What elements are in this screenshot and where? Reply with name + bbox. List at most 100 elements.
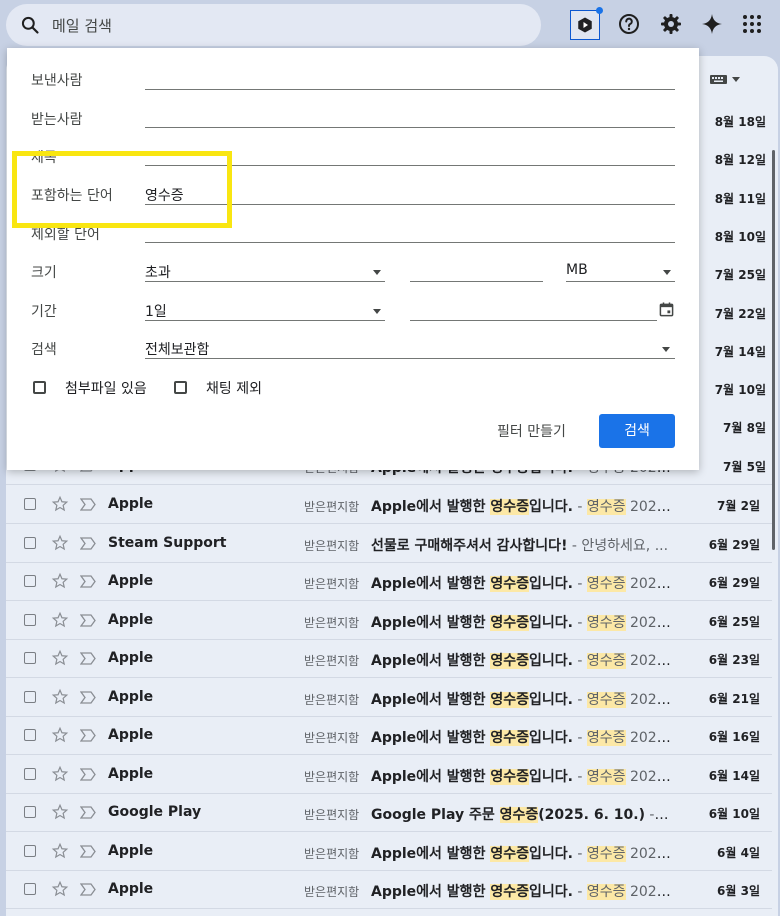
table-row[interactable]: Apple 받은편지함 Apple에서 발행한 영수증입니다. - 영수증 2025… [6, 871, 772, 909]
email-date: 8월 12일 [714, 153, 766, 168]
row-checkbox[interactable] [24, 536, 36, 549]
star-icon[interactable] [51, 611, 69, 629]
help-icon[interactable] [617, 12, 641, 36]
star-icon[interactable] [51, 688, 69, 706]
row-checkbox[interactable] [24, 652, 36, 664]
search-icon[interactable] [20, 15, 40, 35]
exclude-chats-checkbox[interactable] [174, 381, 187, 394]
importance-marker-icon[interactable] [80, 690, 96, 704]
extension-button[interactable] [570, 7, 603, 40]
email-date: 6월 16일 [708, 730, 760, 744]
size-value-input[interactable] [410, 281, 543, 282]
subject-text: Apple에서 발행한 영수증입니다. - 영수증 2025... [371, 730, 671, 746]
sender-name: Apple [108, 881, 154, 897]
row-checkbox[interactable] [24, 690, 36, 703]
importance-marker-icon[interactable] [80, 613, 96, 627]
table-row[interactable]: Apple 받은편지함 Apple에서 발행한 영수증입니다. - 영수증 2025… [6, 640, 772, 678]
email-date: 7월 22일 [714, 306, 766, 321]
keyboard-dropdown-icon[interactable] [710, 72, 742, 86]
top-bar [0, 0, 780, 50]
chevron-down-icon[interactable] [663, 270, 671, 275]
search-box[interactable] [6, 4, 541, 46]
inbox-label: 받은편지함 [304, 615, 360, 630]
table-row[interactable]: Apple 받은편지함 Apple에서 발행한 영수증입니다. - 영수증 2025… [6, 717, 772, 755]
inbox-label: 받은편지함 [304, 577, 360, 591]
email-date: 6월 14일 [708, 768, 760, 783]
inbox-label: 받은편지함 [304, 885, 360, 899]
search-button[interactable]: 검색 [599, 414, 675, 448]
row-checkbox[interactable] [24, 498, 36, 510]
importance-marker-icon[interactable] [80, 498, 96, 511]
row-checkbox[interactable] [24, 844, 36, 857]
create-filter-button[interactable]: 필터 만들기 [497, 421, 566, 441]
importance-marker-icon[interactable] [80, 536, 96, 550]
importance-marker-icon[interactable] [80, 652, 96, 665]
size-unit-underline [566, 281, 675, 282]
date-range-select[interactable]: 1일 [145, 301, 167, 321]
search-input[interactable] [50, 12, 524, 40]
row-checkbox[interactable] [24, 613, 36, 626]
has-attachment-checkbox[interactable] [33, 381, 46, 394]
subject-text: Apple에서 발행한 영수증입니다. - 영수증 2025... [371, 653, 671, 669]
chevron-down-icon[interactable] [373, 270, 381, 275]
search-in-label: 검색 [31, 342, 57, 358]
exclude-chats-label[interactable]: 채팅 제외 [206, 378, 262, 398]
star-icon[interactable] [51, 649, 69, 667]
from-input[interactable] [145, 89, 675, 90]
importance-marker-icon[interactable] [80, 806, 96, 819]
table-row[interactable]: Apple 받은편지함 Apple에서 발행한 영수증입니다. - 영수증 2025… [6, 756, 772, 794]
date-input[interactable] [410, 320, 657, 321]
table-row[interactable]: Apple 받은편지함 Apple에서 발행한 영수증입니다. - 영수증 2025… [6, 563, 772, 601]
importance-marker-icon[interactable] [80, 767, 96, 781]
sender-name: Apple [108, 688, 154, 705]
table-row[interactable]: Google Play 받은편지함 Google Play 주문 영수증(2025.… [6, 794, 772, 832]
table-row[interactable]: Apple 받은편지함 Apple에서 발행한 영수증입니다. - 영수증 2025… [6, 486, 772, 524]
inbox-label: 받은편지함 [304, 500, 360, 514]
table-row[interactable]: Apple 받은편지함 Apple에서 발행한 영수증입니다. - 영수증 2025… [6, 679, 772, 717]
settings-gear-icon[interactable] [659, 12, 683, 36]
importance-marker-icon[interactable] [80, 729, 96, 742]
calendar-icon[interactable] [659, 302, 674, 317]
row-checkbox[interactable] [24, 883, 36, 895]
email-date: 6월 3일 [717, 884, 760, 898]
importance-marker-icon[interactable] [80, 844, 96, 858]
star-icon[interactable] [51, 842, 69, 860]
table-row[interactable]: Apple 받은편지함 Apple에서 발행한 영수증입니다. - 영수증 2025… [6, 602, 772, 640]
chevron-down-icon[interactable] [373, 309, 381, 314]
email-date: 7월 14일 [714, 344, 766, 359]
search-in-select[interactable]: 전체보관함 [145, 339, 209, 359]
row-checkbox[interactable] [24, 729, 36, 741]
apps-grid-icon[interactable] [740, 12, 764, 36]
table-row[interactable]: Apple 받은편지함 Apple에서 발행한 영수증입니다. - 영수증 2025… [6, 833, 772, 871]
email-date: 7월 25일 [714, 268, 766, 283]
size-operator-select[interactable]: 초과 [145, 262, 171, 282]
email-date: 6월 25일 [708, 614, 760, 629]
star-icon[interactable] [51, 534, 69, 552]
star-icon[interactable] [51, 880, 69, 898]
table-row[interactable]: Steam Support 받은편지함 선물로 구매해주셔서 감사합니다! - 안녕… [6, 525, 772, 563]
sender-name: Apple [108, 650, 154, 666]
search-in-underline [145, 358, 675, 359]
inbox-label: 받은편지함 [304, 692, 360, 707]
row-checkbox[interactable] [24, 575, 36, 587]
to-input[interactable] [145, 127, 675, 128]
gemini-sparkle-icon[interactable] [700, 12, 724, 36]
size-operator-underline [145, 281, 385, 282]
star-icon[interactable] [51, 803, 69, 821]
advanced-search-panel: 보낸사람 받는사람 제목 포함하는 단어 영수증 제외할 단어 크기 초과 MB… [7, 48, 699, 470]
importance-marker-icon[interactable] [80, 883, 96, 896]
star-icon[interactable] [51, 495, 69, 513]
importance-marker-icon[interactable] [80, 575, 96, 588]
row-checkbox[interactable] [24, 767, 36, 780]
excludes-input[interactable] [145, 242, 675, 243]
scrollbar[interactable] [772, 150, 775, 550]
email-date: 6월 10일 [708, 807, 760, 821]
star-icon[interactable] [51, 765, 69, 783]
row-checkbox[interactable] [24, 806, 36, 818]
star-icon[interactable] [51, 572, 69, 590]
has-attachment-label[interactable]: 첨부파일 있음 [65, 378, 147, 398]
size-unit-select[interactable]: MB [566, 262, 588, 278]
sender-name: Apple [108, 842, 154, 859]
chevron-down-icon[interactable] [662, 347, 670, 352]
star-icon[interactable] [51, 726, 69, 744]
